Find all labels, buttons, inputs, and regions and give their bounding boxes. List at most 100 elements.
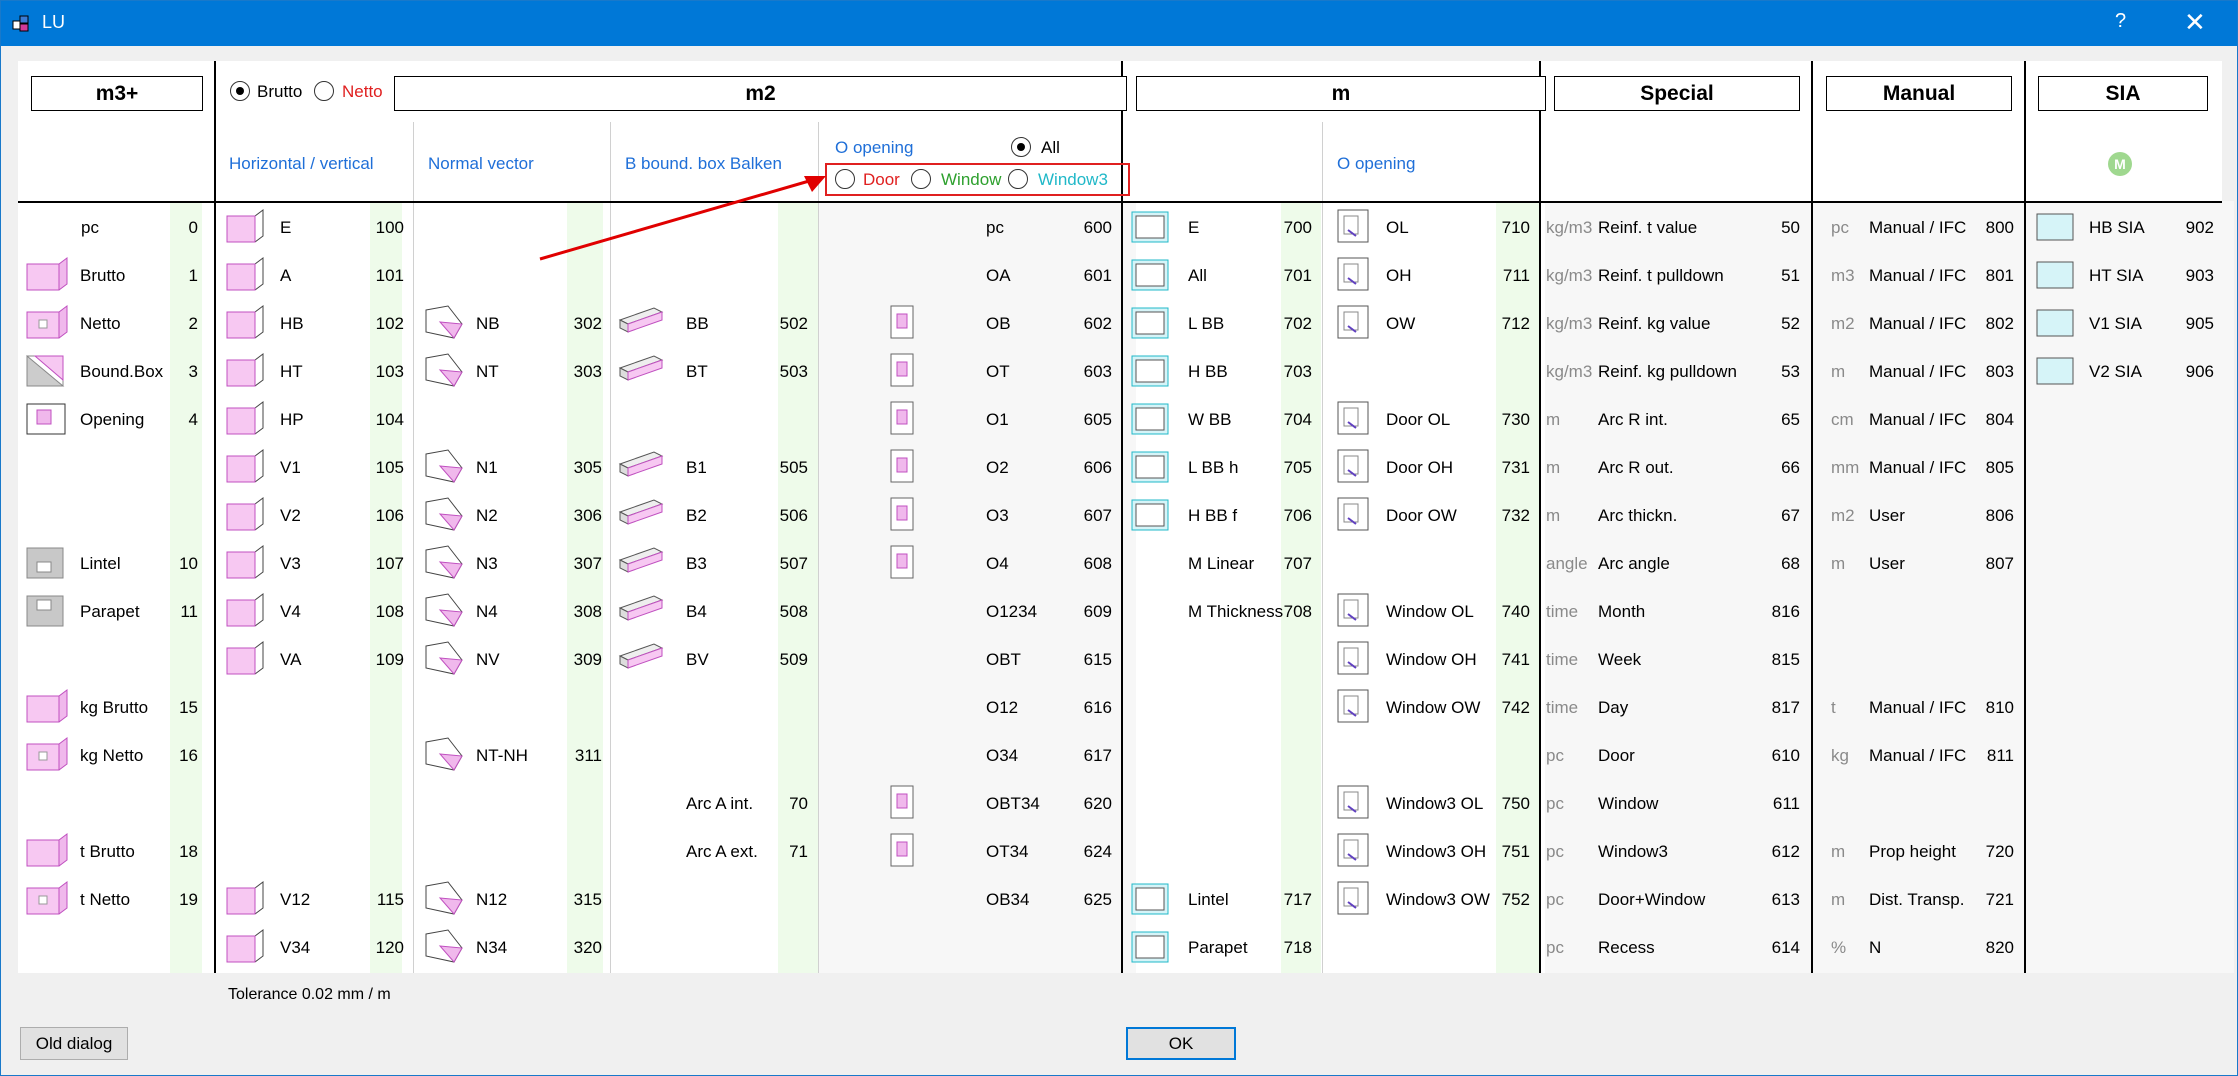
item-label[interactable]: User: [1869, 554, 1905, 574]
item-code[interactable]: 603: [1067, 362, 1112, 382]
item-label[interactable]: V1 SIA: [2089, 314, 2142, 334]
item-code[interactable]: 807: [1969, 554, 2014, 574]
item-code[interactable]: 700: [1267, 218, 1312, 238]
item-code[interactable]: 740: [1485, 602, 1530, 622]
item-label[interactable]: H BB f: [1188, 506, 1237, 526]
item-label[interactable]: NB: [476, 314, 500, 334]
item-label[interactable]: B2: [686, 506, 707, 526]
item-label[interactable]: V34: [280, 938, 310, 958]
item-code[interactable]: 707: [1267, 554, 1312, 574]
item-code[interactable]: 801: [1969, 266, 2014, 286]
item-label[interactable]: Prop height: [1869, 842, 1956, 862]
item-code[interactable]: 805: [1969, 458, 2014, 478]
item-label[interactable]: B3: [686, 554, 707, 574]
item-code[interactable]: 105: [359, 458, 404, 478]
item-code[interactable]: 65: [1755, 410, 1800, 430]
item-code[interactable]: 100: [359, 218, 404, 238]
item-code[interactable]: 806: [1969, 506, 2014, 526]
item-code[interactable]: 66: [1755, 458, 1800, 478]
item-label[interactable]: Recess: [1598, 938, 1655, 958]
item-label[interactable]: Window3: [1598, 842, 1668, 862]
item-code[interactable]: 503: [763, 362, 808, 382]
item-code[interactable]: 311: [557, 746, 602, 766]
item-label[interactable]: Reinf. t value: [1598, 218, 1697, 238]
item-label[interactable]: kg Netto: [80, 746, 143, 766]
item-code[interactable]: 721: [1969, 890, 2014, 910]
item-code[interactable]: 303: [557, 362, 602, 382]
item-code[interactable]: 804: [1969, 410, 2014, 430]
item-label[interactable]: E: [280, 218, 291, 238]
item-code[interactable]: 803: [1969, 362, 2014, 382]
item-label[interactable]: Manual / IFC: [1869, 458, 1966, 478]
item-label[interactable]: Arc A ext.: [686, 842, 758, 862]
item-label[interactable]: t Brutto: [80, 842, 135, 862]
item-code[interactable]: 620: [1067, 794, 1112, 814]
item-code[interactable]: 307: [557, 554, 602, 574]
item-label[interactable]: N12: [476, 890, 507, 910]
item-code[interactable]: 68: [1755, 554, 1800, 574]
item-code[interactable]: 51: [1755, 266, 1800, 286]
item-code[interactable]: 107: [359, 554, 404, 574]
item-code[interactable]: 306: [557, 506, 602, 526]
item-code[interactable]: 302: [557, 314, 602, 334]
item-label[interactable]: HB SIA: [2089, 218, 2145, 238]
header-m[interactable]: m: [1136, 76, 1546, 111]
item-code[interactable]: 506: [763, 506, 808, 526]
item-code[interactable]: 609: [1067, 602, 1112, 622]
item-code[interactable]: 902: [2169, 218, 2214, 238]
item-code[interactable]: 115: [359, 890, 404, 910]
item-code[interactable]: 712: [1485, 314, 1530, 334]
help-button[interactable]: ?: [2115, 10, 2126, 33]
item-code[interactable]: 732: [1485, 506, 1530, 526]
item-code[interactable]: 0: [153, 218, 198, 238]
item-label[interactable]: Window3 OW: [1386, 890, 1490, 910]
item-label[interactable]: Window: [1598, 794, 1658, 814]
item-code[interactable]: 613: [1755, 890, 1800, 910]
item-label[interactable]: Door OH: [1386, 458, 1453, 478]
item-label[interactable]: O4: [986, 554, 1009, 574]
item-label[interactable]: HT SIA: [2089, 266, 2143, 286]
item-label[interactable]: Day: [1598, 698, 1628, 718]
item-code[interactable]: 108: [359, 602, 404, 622]
item-code[interactable]: 19: [153, 890, 198, 910]
item-code[interactable]: 52: [1755, 314, 1800, 334]
item-code[interactable]: 810: [1969, 698, 2014, 718]
item-label[interactable]: Bound.Box: [80, 362, 163, 382]
header-m2[interactable]: m2: [394, 76, 1127, 111]
header-special[interactable]: Special: [1554, 76, 1800, 111]
item-label[interactable]: Manual / IFC: [1869, 698, 1966, 718]
item-code[interactable]: 10: [153, 554, 198, 574]
item-code[interactable]: 2: [153, 314, 198, 334]
radio-door[interactable]: [835, 169, 855, 189]
item-code[interactable]: 53: [1755, 362, 1800, 382]
item-label[interactable]: Window OW: [1386, 698, 1480, 718]
item-label[interactable]: OBT: [986, 650, 1021, 670]
item-label[interactable]: OT34: [986, 842, 1029, 862]
item-label[interactable]: Lintel: [1188, 890, 1229, 910]
item-code[interactable]: 616: [1067, 698, 1112, 718]
item-code[interactable]: 720: [1969, 842, 2014, 862]
item-code[interactable]: 601: [1067, 266, 1112, 286]
item-code[interactable]: 3: [153, 362, 198, 382]
item-code[interactable]: 606: [1067, 458, 1112, 478]
item-code[interactable]: 701: [1267, 266, 1312, 286]
item-label[interactable]: Door+Window: [1598, 890, 1705, 910]
item-label[interactable]: Opening: [80, 410, 144, 430]
item-label[interactable]: Arc R int.: [1598, 410, 1668, 430]
item-label[interactable]: Door: [1598, 746, 1635, 766]
item-code[interactable]: 308: [557, 602, 602, 622]
close-button[interactable]: ✕: [2184, 7, 2206, 38]
item-label[interactable]: W BB: [1188, 410, 1231, 430]
item-label[interactable]: Manual / IFC: [1869, 314, 1966, 334]
radio-window[interactable]: [911, 169, 931, 189]
item-label[interactable]: VA: [280, 650, 301, 670]
item-label[interactable]: Reinf. kg value: [1598, 314, 1710, 334]
item-code[interactable]: 702: [1267, 314, 1312, 334]
item-code[interactable]: 705: [1267, 458, 1312, 478]
item-label[interactable]: Reinf. t pulldown: [1598, 266, 1724, 286]
item-code[interactable]: 509: [763, 650, 808, 670]
item-code[interactable]: 109: [359, 650, 404, 670]
item-code[interactable]: 1: [153, 266, 198, 286]
item-label[interactable]: Lintel: [80, 554, 121, 574]
radio-brutto[interactable]: [230, 81, 250, 101]
